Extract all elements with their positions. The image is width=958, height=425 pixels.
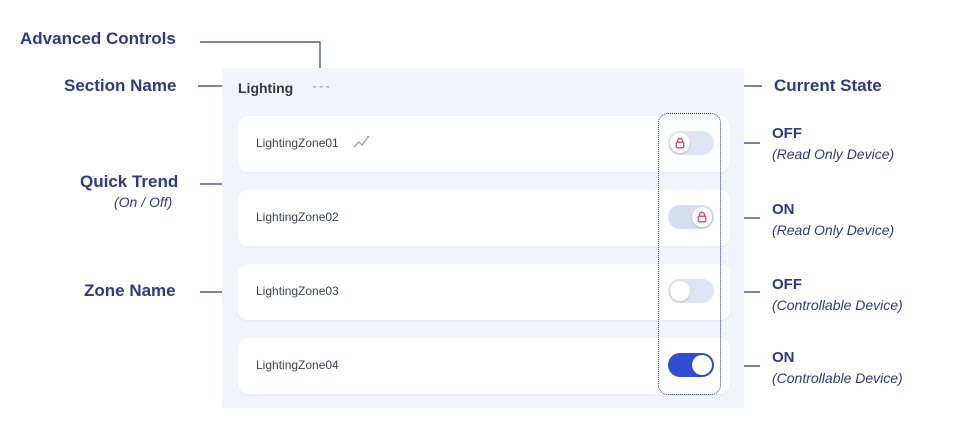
device-type-zone-4: (Controllable Device) (772, 370, 903, 386)
section-title: Lighting (238, 80, 294, 96)
callout-advanced-controls: Advanced Controls (20, 29, 176, 48)
zone-row: LightingZone01 (238, 116, 730, 172)
callout-zone-name: Zone Name (84, 281, 176, 300)
zone-row: LightingZone03 (238, 264, 730, 320)
callout-quick-trend-sub: (On / Off) (114, 194, 173, 210)
zone-name: LightingZone02 (256, 210, 339, 224)
more-dots-icon[interactable] (310, 80, 332, 94)
device-type-zone-3: (Controllable Device) (772, 297, 903, 313)
state-label-zone-3: OFF (772, 276, 802, 293)
state-label-zone-4: ON (772, 349, 795, 366)
device-type-zone-1: (Read Only Device) (772, 146, 895, 162)
callout-current-state: Current State (774, 76, 882, 95)
zone-row: LightingZone04 (238, 338, 730, 394)
zone-name: LightingZone04 (256, 358, 339, 372)
zone-name: LightingZone01 (256, 136, 339, 150)
zone-name: LightingZone03 (256, 284, 339, 298)
state-label-zone-1: OFF (772, 125, 802, 142)
state-label-zone-2: ON (772, 201, 795, 218)
callout-quick-trend: Quick Trend (80, 172, 179, 191)
device-type-zone-2: (Read Only Device) (772, 222, 895, 238)
current-state-highlight (658, 113, 721, 395)
trend-line-icon[interactable] (352, 134, 370, 150)
callout-section-name: Section Name (64, 76, 177, 95)
zone-row: LightingZone02 (238, 190, 730, 246)
